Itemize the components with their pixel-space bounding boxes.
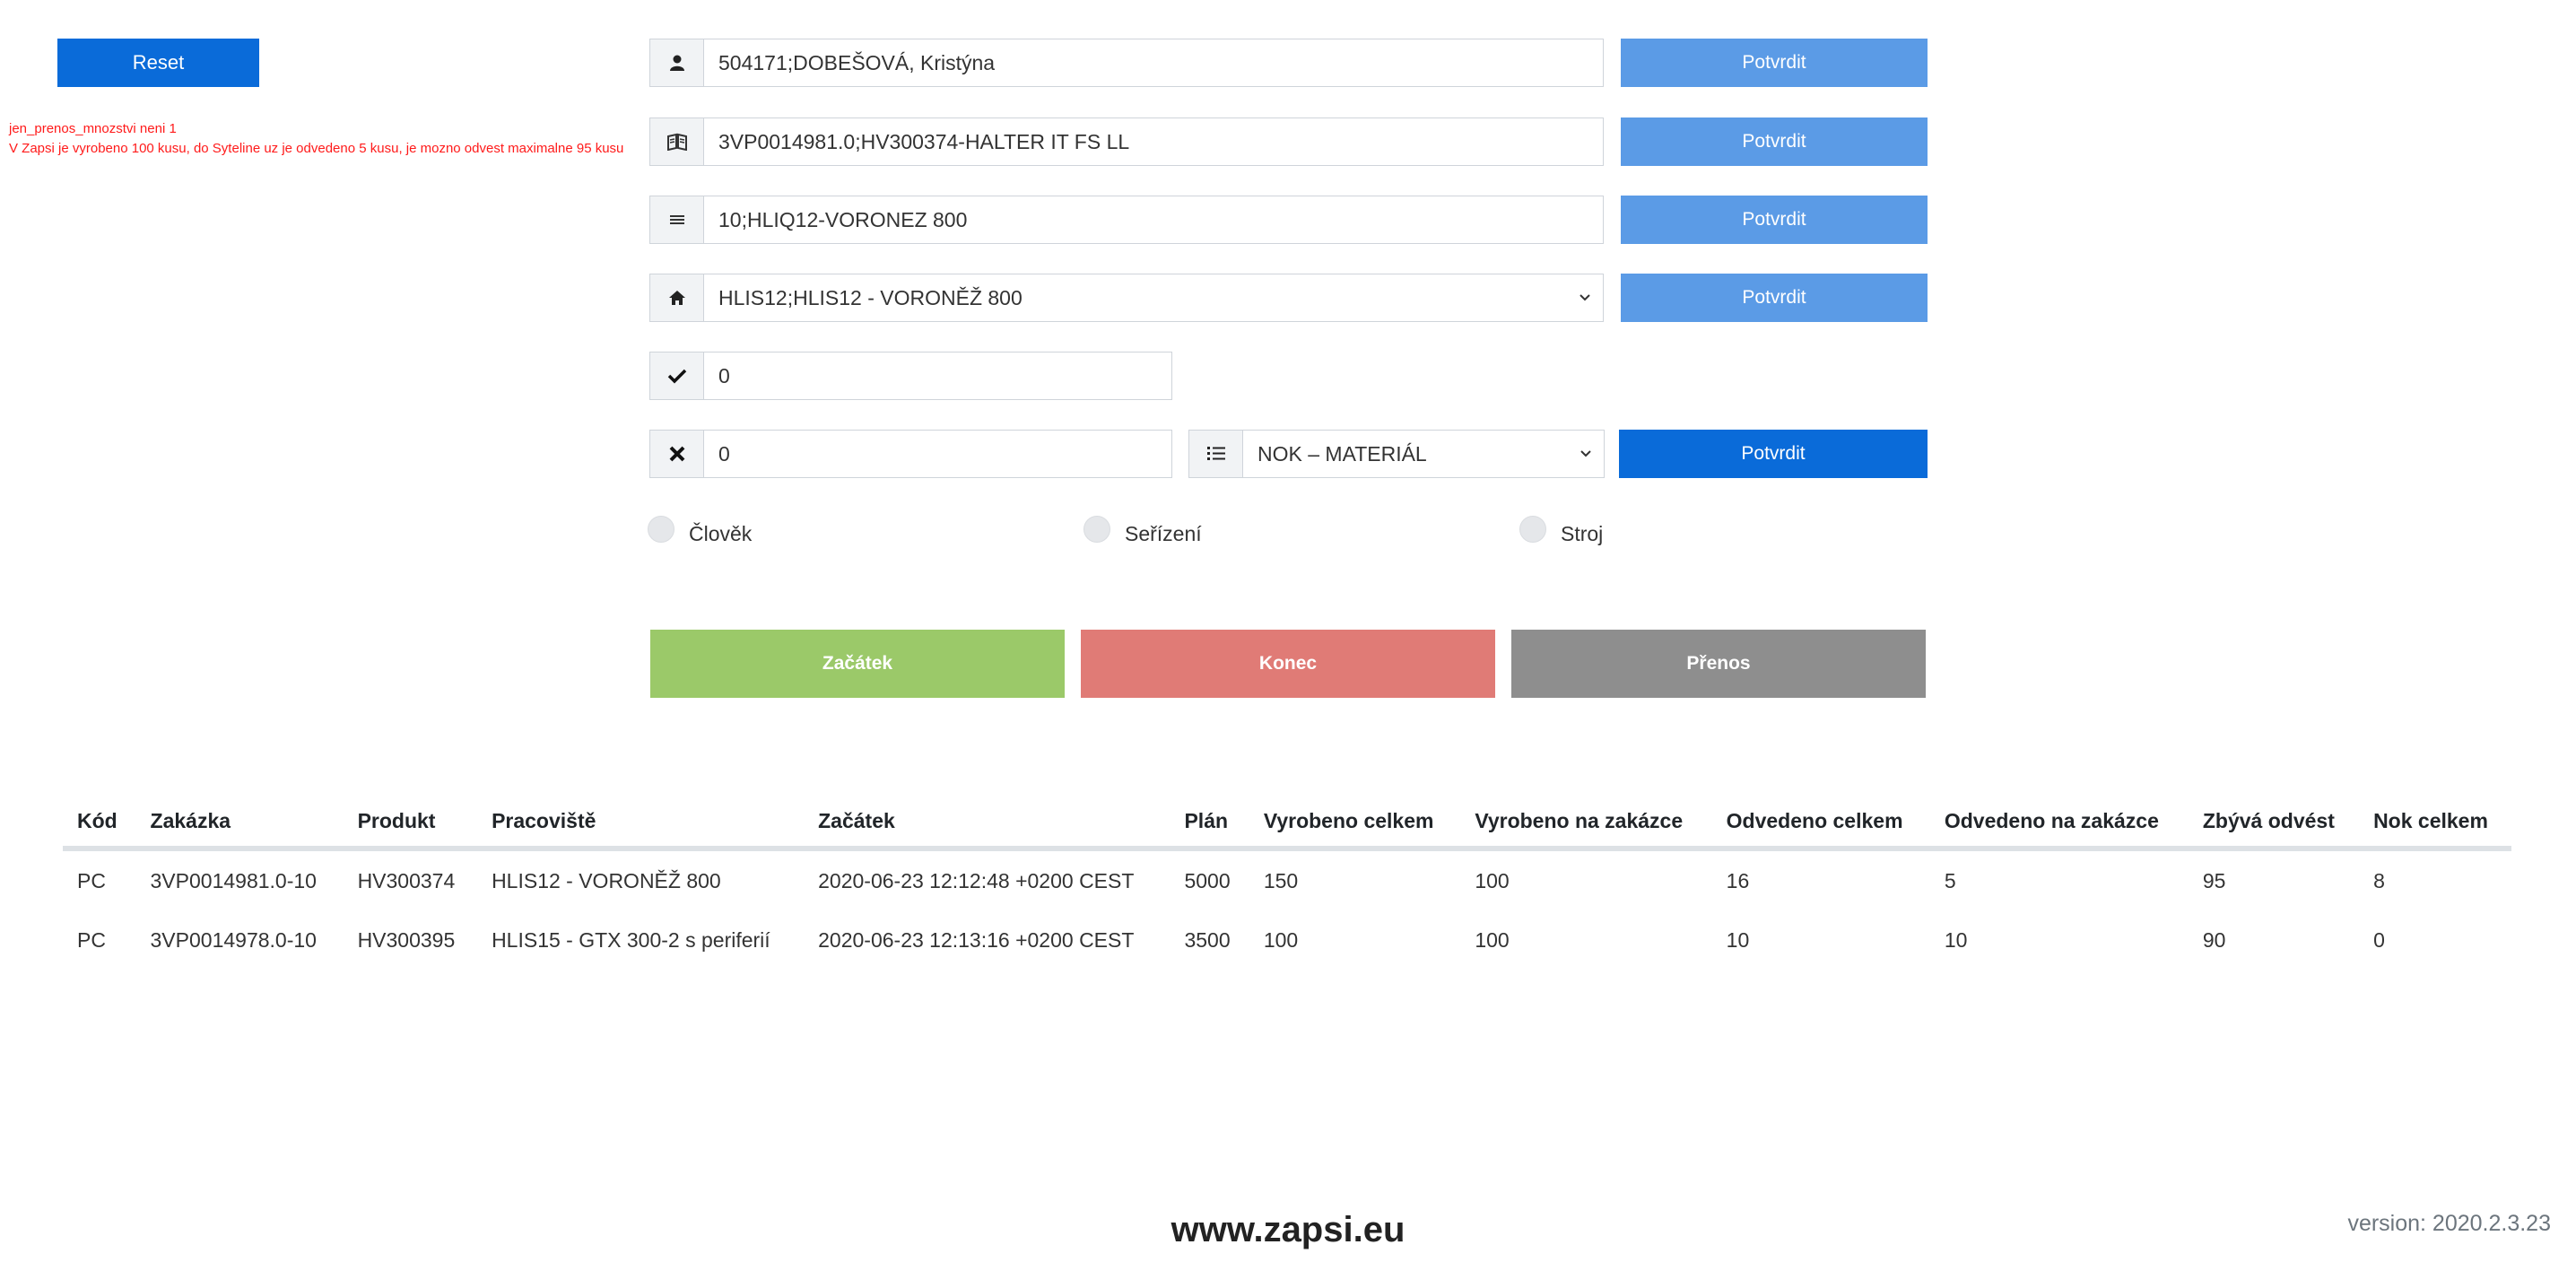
column-header: Vyrobeno na zakázce (1460, 796, 1712, 851)
x-icon (650, 431, 704, 477)
radio-button[interactable] (1519, 515, 1546, 543)
table-cell: 3VP0014978.0-10 (150, 928, 317, 952)
ok-count-field[interactable]: 0 (649, 352, 1172, 400)
table-cell: 3VP0014981.0-10 (150, 869, 317, 892)
nok-count-field[interactable]: 0 (649, 430, 1172, 478)
column-header: Zakázka (135, 796, 344, 851)
table-cell: 16 (1726, 869, 1750, 892)
nok-count-value: 0 (718, 441, 730, 466)
table-cell: HLIS15 - GTX 300-2 s periferií (492, 928, 770, 952)
table-cell: 10 (1726, 928, 1750, 952)
table-cell: 100 (1475, 869, 1510, 892)
book-icon (650, 118, 704, 165)
table-cell: 2020-06-23 12:12:48 +0200 CEST (818, 869, 1135, 892)
column-header: Zbývá odvést (2188, 796, 2360, 851)
column-header: Začátek (804, 796, 1171, 851)
table-cell: 2020-06-23 12:13:16 +0200 CEST (818, 928, 1135, 952)
user-value: 504171;DOBEŠOVÁ, Kristýna (718, 50, 996, 74)
workplace-select[interactable]: HLIS12;HLIS12 - VORONĚŽ 800 (649, 274, 1604, 322)
column-header: Pracoviště (477, 796, 805, 851)
column-header: Odvedeno na zakázce (1929, 796, 2189, 851)
column-header: Plán (1170, 796, 1249, 851)
column-header: Kód (63, 796, 136, 851)
operation-field[interactable]: 10;HLIQ12-VORONEZ 800 (649, 196, 1604, 244)
workplace-value: HLIS12;HLIS12 - VORONĚŽ 800 (718, 285, 1023, 309)
confirm-operation-button[interactable]: Potvrdit (1621, 196, 1928, 244)
list-icon (1189, 431, 1243, 477)
column-header: Vyrobeno celkem (1249, 796, 1461, 851)
table-cell: 10 (1944, 928, 1968, 952)
chevron-down-icon (1567, 274, 1603, 321)
nok-type-value: NOK – MATERIÁL (1258, 441, 1427, 466)
table-cell: HV300374 (357, 869, 456, 892)
radio-label: Seřízení (1125, 522, 1202, 545)
table-row[interactable]: PC 3VP0014981.0-10 HV300374 HLIS12 - VOR… (63, 849, 2511, 910)
radio-label: Člověk (689, 522, 753, 545)
list-bars-icon (650, 196, 704, 243)
error-message-2: V Zapsi je vyrobeno 100 kusu, do Sytelin… (9, 141, 624, 156)
nok-type-select[interactable]: NOK – MATERIÁL (1188, 430, 1605, 478)
table-cell: HLIS12 - VORONĚŽ 800 (492, 869, 721, 892)
table-cell: 90 (2202, 928, 2226, 952)
column-header: Odvedeno celkem (1711, 796, 1930, 851)
radio-serizeni[interactable]: Seřízení (1083, 511, 1202, 546)
table-cell: HV300395 (357, 928, 456, 952)
confirm-workplace-button[interactable]: Potvrdit (1621, 274, 1928, 322)
radio-button[interactable] (1083, 515, 1110, 543)
table-cell: 8 (2373, 869, 2385, 892)
confirm-user-button[interactable]: Potvrdit (1621, 39, 1928, 87)
footer-url[interactable]: www.zapsi.eu (0, 1210, 2576, 1250)
table-cell: 5 (1944, 869, 1956, 892)
check-icon (650, 352, 704, 399)
start-button[interactable]: Začátek (650, 630, 1065, 698)
table-cell: 100 (1263, 928, 1299, 952)
table-cell: 5000 (1184, 869, 1231, 892)
radio-clovek[interactable]: Člověk (648, 511, 752, 546)
radio-button[interactable] (648, 515, 674, 543)
order-field[interactable]: 3VP0014981.0;HV300374-HALTER IT FS LL (649, 117, 1604, 166)
table-cell: 95 (2202, 869, 2226, 892)
ok-count-value: 0 (718, 363, 730, 387)
orders-table: Kód Zakázka Produkt Pracoviště Začátek P… (63, 796, 2511, 970)
version-label: version: 2020.2.3.23 (2347, 1211, 2551, 1236)
table-header-row: Kód Zakázka Produkt Pracoviště Začátek P… (63, 796, 2511, 851)
home-icon (650, 274, 704, 321)
user-field[interactable]: 504171;DOBEŠOVÁ, Kristýna (649, 39, 1604, 87)
column-header: Produkt (343, 796, 478, 851)
confirm-nok-button[interactable]: Potvrdit (1619, 430, 1928, 478)
table-cell: 100 (1475, 928, 1510, 952)
transfer-button[interactable]: Přenos (1511, 630, 1926, 698)
reset-button[interactable]: Reset (57, 39, 259, 87)
table-cell: PC (77, 869, 106, 892)
error-message-1: jen_prenos_mnozstvi neni 1 (9, 121, 177, 136)
end-button[interactable]: Konec (1081, 630, 1495, 698)
user-icon (650, 39, 704, 86)
table-cell: 150 (1263, 869, 1299, 892)
table-cell: 0 (2373, 928, 2385, 952)
table-cell: PC (77, 928, 106, 952)
chevron-down-icon (1568, 431, 1604, 477)
radio-stroj[interactable]: Stroj (1519, 511, 1603, 546)
table-cell: 3500 (1184, 928, 1231, 952)
radio-label: Stroj (1561, 522, 1604, 545)
order-value: 3VP0014981.0;HV300374-HALTER IT FS LL (718, 129, 1130, 153)
confirm-order-button[interactable]: Potvrdit (1621, 117, 1928, 166)
column-header: Nok celkem (2359, 796, 2511, 851)
table-row[interactable]: PC 3VP0014978.0-10 HV300395 HLIS15 - GTX… (63, 910, 2511, 970)
operation-value: 10;HLIQ12-VORONEZ 800 (718, 207, 968, 231)
